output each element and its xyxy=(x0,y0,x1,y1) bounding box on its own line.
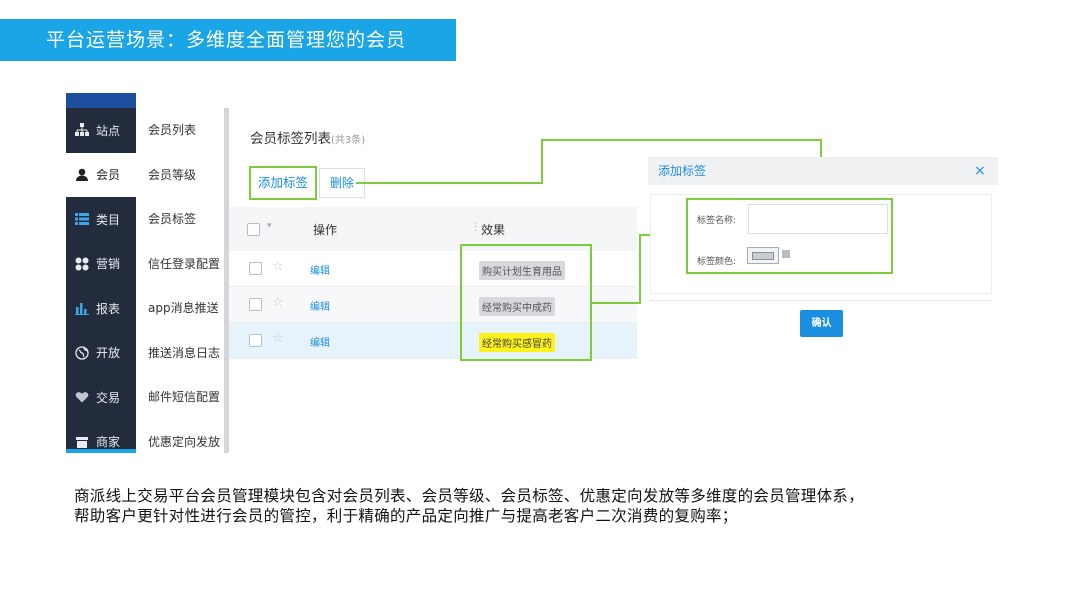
description-line-1: 商派线上交易平台会员管理模块包含对会员列表、会员等级、会员标签、优惠定向发放等多… xyxy=(74,487,865,505)
subnav-item-member-level[interactable]: 会员等级 xyxy=(136,153,228,198)
nav-item-label: 报表 xyxy=(96,301,121,316)
sub-nav: 会员列表 会员等级 会员标签 信任登录配置 app消息推送 推送消息日志 邮件短… xyxy=(136,108,228,453)
effect-highlight-box xyxy=(460,244,592,361)
nav-item-member[interactable]: 会员 xyxy=(66,152,136,197)
sitemap-icon xyxy=(74,122,90,138)
star-icon[interactable]: ☆ xyxy=(272,331,284,346)
select-all-checkbox[interactable] xyxy=(247,223,260,236)
list-title-text: 会员标签列表 xyxy=(250,131,331,147)
star-icon[interactable]: ☆ xyxy=(272,295,284,310)
subnav-item-coupon[interactable]: 优惠定向发放 xyxy=(136,420,228,465)
globe-icon xyxy=(74,345,90,361)
color-dropdown-icon[interactable] xyxy=(782,250,790,258)
nav-item-label: 站点 xyxy=(96,123,121,138)
edit-link[interactable]: 编辑 xyxy=(310,334,330,349)
nav-top-strip xyxy=(66,93,136,108)
add-tag-button[interactable]: 添加标签 xyxy=(249,166,317,200)
column-header-action: 操作 xyxy=(313,223,338,237)
shop-icon xyxy=(74,434,90,450)
tag-color-label: 标签颜色: xyxy=(697,257,737,267)
connector-line xyxy=(639,234,641,304)
tag-name-input[interactable] xyxy=(748,204,888,234)
subnav-item-push-log[interactable]: 推送消息日志 xyxy=(136,331,228,376)
color-swatch xyxy=(752,252,774,260)
nav-item-label: 开放 xyxy=(96,346,121,361)
nav-item-label: 类目 xyxy=(96,212,121,227)
edit-link[interactable]: 编辑 xyxy=(310,298,330,313)
connector-line xyxy=(820,139,822,158)
row-checkbox[interactable] xyxy=(249,298,262,311)
subnav-item-member-tags[interactable]: 会员标签 xyxy=(136,197,228,242)
edit-link[interactable]: 编辑 xyxy=(310,262,330,277)
dialog-title: 添加标签 xyxy=(648,157,998,185)
description-line-2: 帮助客户更针对性进行会员的管控，利于精确的产品定向推广与提高老客户二次消费的复购… xyxy=(74,507,738,525)
subnav-item-trust-login[interactable]: 信任登录配置 xyxy=(136,242,228,287)
confirm-button[interactable]: 确认 xyxy=(800,310,843,337)
nav-item-trade[interactable]: 交易 xyxy=(66,375,136,420)
subnav-item-mail-sms[interactable]: 邮件短信配置 xyxy=(136,375,228,420)
heart-icon xyxy=(74,389,90,405)
column-header-effect: 效果 xyxy=(481,223,506,237)
main-nav: 站点 会员 类目 营销 报表 开放 交易 商家 xyxy=(66,93,136,453)
nav-item-open[interactable]: 开放 xyxy=(66,331,136,376)
nav-item-reports[interactable]: 报表 xyxy=(66,286,136,331)
list-title: 会员标签列表(共3条) xyxy=(250,127,365,147)
grid-icon xyxy=(74,256,90,272)
bar-chart-icon xyxy=(74,300,90,316)
nav-item-site[interactable]: 站点 xyxy=(66,108,136,153)
description: 商派线上交易平台会员管理模块包含对会员列表、会员等级、会员标签、优惠定向发放等多… xyxy=(74,486,1054,526)
nav-item-label: 交易 xyxy=(96,390,121,405)
chevron-down-icon[interactable]: ▾ xyxy=(267,221,272,231)
color-picker[interactable] xyxy=(747,247,779,264)
nav-item-label: 营销 xyxy=(96,257,121,272)
connector-line xyxy=(356,182,542,184)
nav-item-label: 会员 xyxy=(96,168,121,183)
subnav-item-app-push[interactable]: app消息推送 xyxy=(136,286,228,331)
nav-item-label: 商家 xyxy=(96,435,121,450)
row-checkbox[interactable] xyxy=(249,334,262,347)
column-resize-icon[interactable]: ⋮ xyxy=(470,220,481,233)
subnav-item-member-list[interactable]: 会员列表 xyxy=(136,108,228,153)
connector-line xyxy=(592,302,641,304)
list-icon xyxy=(74,211,90,227)
nav-item-marketing[interactable]: 营销 xyxy=(66,242,136,287)
connector-line xyxy=(541,139,543,184)
nav-item-merchant[interactable]: 商家 xyxy=(66,420,136,454)
dialog-divider xyxy=(650,300,992,301)
user-icon xyxy=(74,167,90,183)
row-checkbox[interactable] xyxy=(249,262,262,275)
star-icon[interactable]: ☆ xyxy=(272,259,284,274)
close-icon[interactable]: × xyxy=(974,161,986,181)
tag-name-label: 标签名称: xyxy=(697,216,737,226)
page-title: 平台运营场景：多维度全面管理您的会员 xyxy=(0,19,456,61)
nav-bottom-bar xyxy=(66,449,136,453)
connector-line xyxy=(541,139,822,141)
list-count: (共3条) xyxy=(331,135,366,146)
nav-item-category[interactable]: 类目 xyxy=(66,197,136,242)
